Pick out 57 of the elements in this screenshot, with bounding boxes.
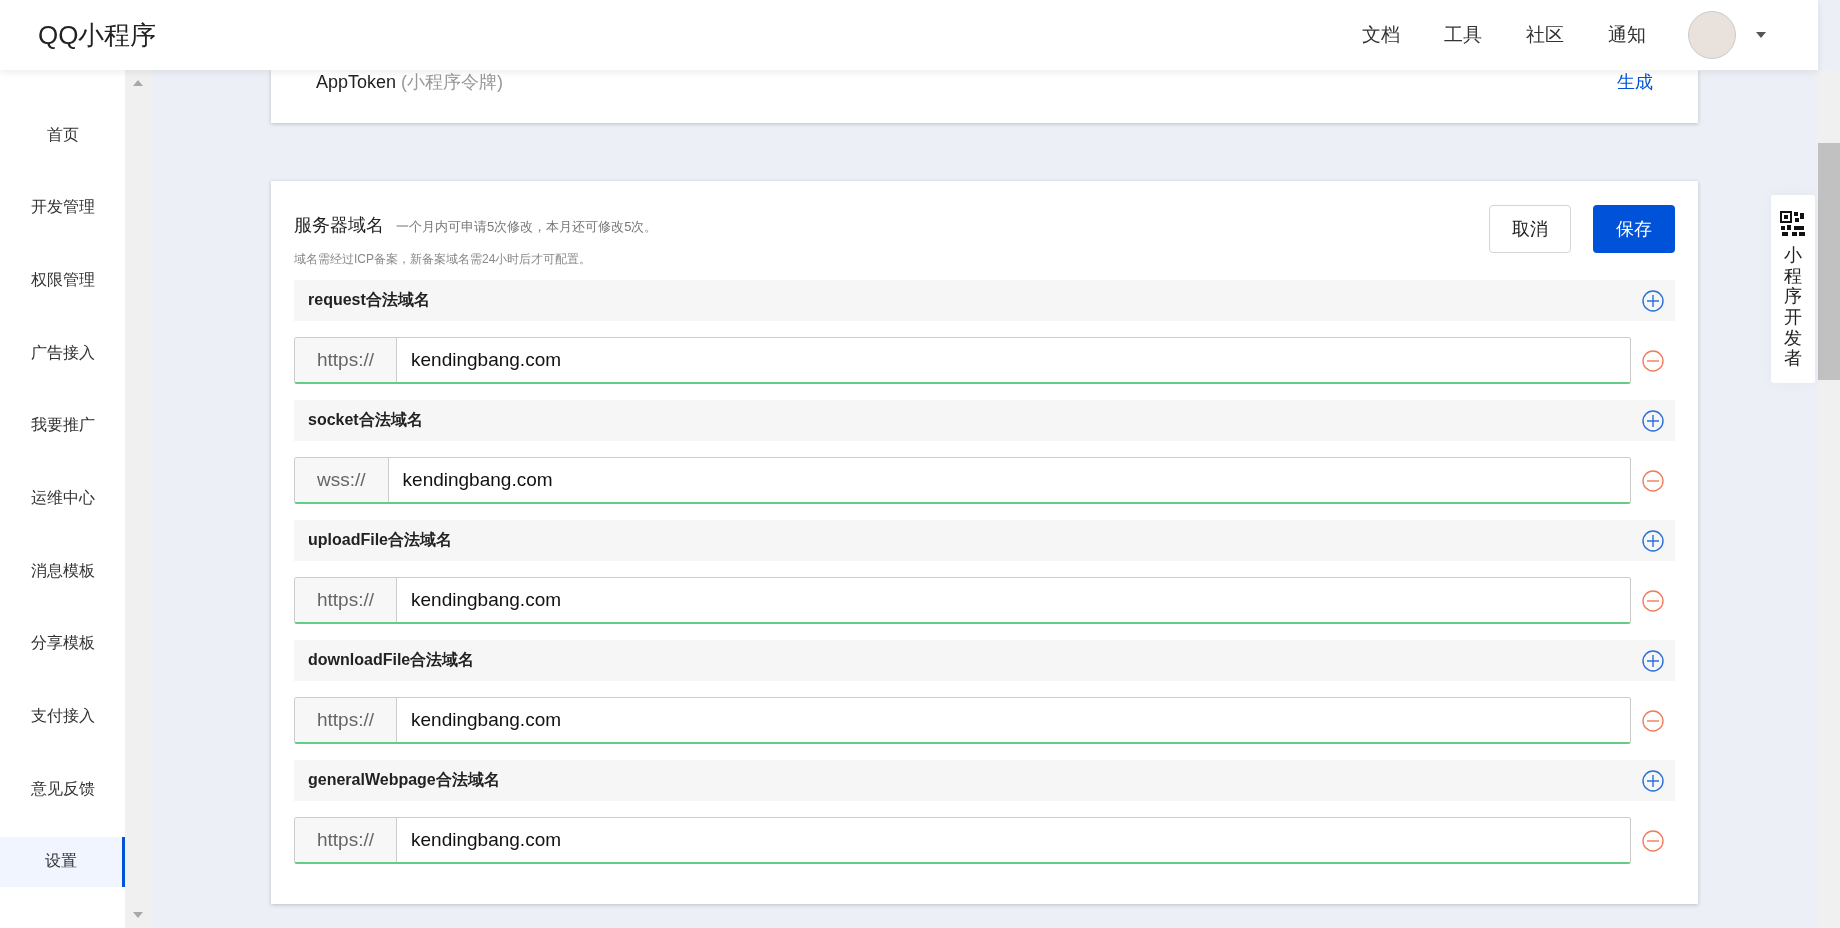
- add-icon[interactable]: [1642, 289, 1664, 312]
- sidebar-item[interactable]: 开发管理: [0, 182, 125, 233]
- scrollbar[interactable]: [125, 70, 151, 928]
- add-icon[interactable]: [1642, 529, 1664, 552]
- nav-link[interactable]: 通知: [1608, 22, 1646, 48]
- card-title: 服务器域名: [294, 214, 384, 237]
- protocol-prefix: https://: [295, 818, 398, 862]
- section-title: generalWebpage合法域名: [308, 770, 500, 790]
- domain-field[interactable]: https:// kendingbang.com: [294, 577, 1631, 624]
- section-title: socket合法域名: [308, 410, 423, 430]
- caret-icon[interactable]: [1756, 32, 1766, 38]
- sidebar-item[interactable]: 权限管理: [0, 255, 125, 306]
- protocol-prefix: https://: [295, 578, 398, 622]
- section-title: request合法域名: [308, 290, 430, 310]
- remove-icon[interactable]: [1642, 469, 1664, 492]
- sidebar-item[interactable]: 我要推广: [0, 400, 125, 451]
- hint-text: 域名需经过ICP备案，新备案域名需24小时后才可配置。: [294, 251, 593, 268]
- scroll-up-icon[interactable]: [133, 80, 143, 86]
- cancel-button[interactable]: 取消: [1489, 205, 1571, 253]
- protocol-prefix: https://: [295, 338, 398, 382]
- sidebar-item[interactable]: 广告接入: [0, 328, 125, 379]
- domain-field[interactable]: wss:// kendingbang.com: [294, 457, 1631, 504]
- quota-note: 一个月内可申请5次修改，本月还可修改5次。: [396, 218, 658, 236]
- sidebar-item[interactable]: 分享模板: [0, 618, 125, 669]
- nav-link[interactable]: 工具: [1444, 22, 1482, 48]
- generate-link[interactable]: 生成: [1617, 70, 1653, 94]
- app-logo: QQ小程序: [38, 18, 157, 52]
- domain-field[interactable]: https:// kendingbang.com: [294, 337, 1631, 384]
- remove-icon[interactable]: [1642, 349, 1664, 372]
- sidebar-item[interactable]: 首页: [0, 110, 125, 160]
- panel-label: 小程序开发者: [1784, 245, 1802, 370]
- developer-panel[interactable]: 小程序开发者: [1771, 195, 1815, 384]
- protocol-prefix: https://: [295, 698, 398, 742]
- add-icon[interactable]: [1642, 409, 1664, 432]
- token-label: AppToken (小程序令牌): [316, 71, 504, 94]
- save-button[interactable]: 保存: [1593, 205, 1675, 253]
- sidebar-item[interactable]: 运维中心: [0, 473, 125, 524]
- sidebar-item[interactable]: 消息模板: [0, 546, 125, 597]
- domain-field[interactable]: https:// kendingbang.com: [294, 817, 1631, 864]
- avatar[interactable]: [1688, 11, 1736, 59]
- protocol-prefix: wss://: [295, 458, 389, 502]
- sidebar-item[interactable]: 设置: [0, 836, 125, 887]
- remove-icon[interactable]: [1642, 589, 1664, 612]
- qr-code-icon: [1780, 211, 1806, 237]
- sidebar-item[interactable]: 意见反馈: [0, 764, 125, 815]
- sidebar-item[interactable]: 支付接入: [0, 691, 125, 742]
- nav-link[interactable]: 文档: [1362, 22, 1400, 48]
- add-icon[interactable]: [1642, 769, 1664, 792]
- domain-field[interactable]: https:// kendingbang.com: [294, 697, 1631, 744]
- nav-link[interactable]: 社区: [1526, 22, 1564, 48]
- remove-icon[interactable]: [1642, 709, 1664, 732]
- add-icon[interactable]: [1642, 649, 1664, 672]
- section-title: downloadFile合法域名: [308, 650, 475, 670]
- remove-icon[interactable]: [1642, 829, 1664, 852]
- section-title: uploadFile合法域名: [308, 530, 452, 550]
- scroll-down-icon[interactable]: [133, 912, 143, 918]
- scrollbar[interactable]: [1818, 70, 1840, 928]
